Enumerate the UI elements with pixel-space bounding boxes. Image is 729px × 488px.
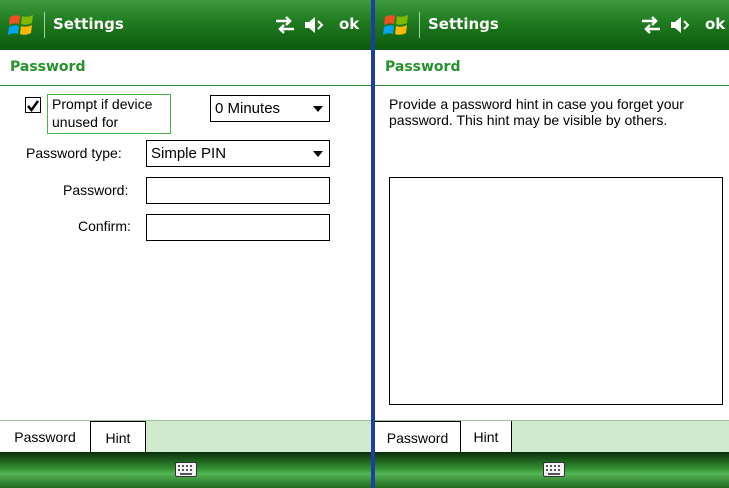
tab-hint-label: Hint [473, 429, 499, 445]
page-subheader: Password [375, 50, 729, 86]
chevron-down-icon [313, 106, 323, 112]
prompt-checkbox-label-line1: Prompt if device [52, 96, 153, 112]
tab-strip: Password Hint [0, 420, 371, 453]
subheader-title: Password [385, 59, 461, 75]
timeout-dropdown-value: 0 Minutes [215, 100, 281, 117]
confirm-label: Confirm: [78, 218, 131, 234]
ok-button[interactable]: ok [705, 15, 725, 33]
tab-password-label: Password [14, 429, 76, 445]
password-input[interactable] [146, 177, 330, 204]
hint-textarea[interactable] [389, 177, 723, 405]
bottom-menu-bar [0, 452, 371, 488]
hint-instructions: Provide a password hint in case you forg… [389, 96, 684, 128]
prompt-checkbox[interactable] [25, 97, 41, 113]
windows-start-icon[interactable] [383, 11, 411, 39]
title-bar: Settings ok [375, 0, 729, 50]
tab-password[interactable]: Password [0, 421, 91, 453]
volume-icon[interactable] [303, 15, 325, 35]
tab-hint-label: Hint [105, 430, 131, 446]
title-separator [419, 12, 420, 38]
title-bar: Settings ok [0, 0, 371, 50]
timeout-dropdown[interactable]: 0 Minutes [210, 95, 330, 122]
volume-icon[interactable] [669, 15, 691, 35]
confirm-input[interactable] [146, 214, 330, 241]
app-title: Settings [53, 15, 124, 33]
checkmark-icon [27, 100, 40, 113]
ok-button[interactable]: ok [339, 15, 359, 33]
tab-password[interactable]: Password [375, 421, 461, 453]
app-title: Settings [428, 15, 499, 33]
chevron-down-icon [313, 151, 323, 157]
password-settings-screen: Settings ok Password Prompt if device un… [0, 0, 371, 488]
tab-strip: Password Hint [375, 420, 729, 453]
password-hint-screen: Settings ok Password Provide a password … [375, 0, 729, 488]
connectivity-icon[interactable] [640, 16, 662, 34]
password-type-value: Simple PIN [151, 145, 227, 162]
keyboard-icon[interactable] [175, 462, 197, 477]
password-label: Password: [63, 182, 129, 198]
prompt-checkbox-label-line2: unused for [52, 114, 119, 130]
keyboard-icon[interactable] [543, 462, 565, 477]
tab-password-label: Password [386, 430, 449, 446]
connectivity-icon[interactable] [274, 16, 296, 34]
bottom-menu-bar [375, 452, 729, 488]
title-separator [44, 12, 45, 38]
subheader-title: Password [10, 59, 86, 75]
tab-hint[interactable]: Hint [461, 421, 512, 453]
page-subheader: Password [0, 50, 371, 86]
password-type-label: Password type: [26, 145, 122, 161]
windows-start-icon[interactable] [8, 11, 36, 39]
tab-hint[interactable]: Hint [91, 421, 146, 453]
password-type-dropdown[interactable]: Simple PIN [146, 140, 330, 167]
